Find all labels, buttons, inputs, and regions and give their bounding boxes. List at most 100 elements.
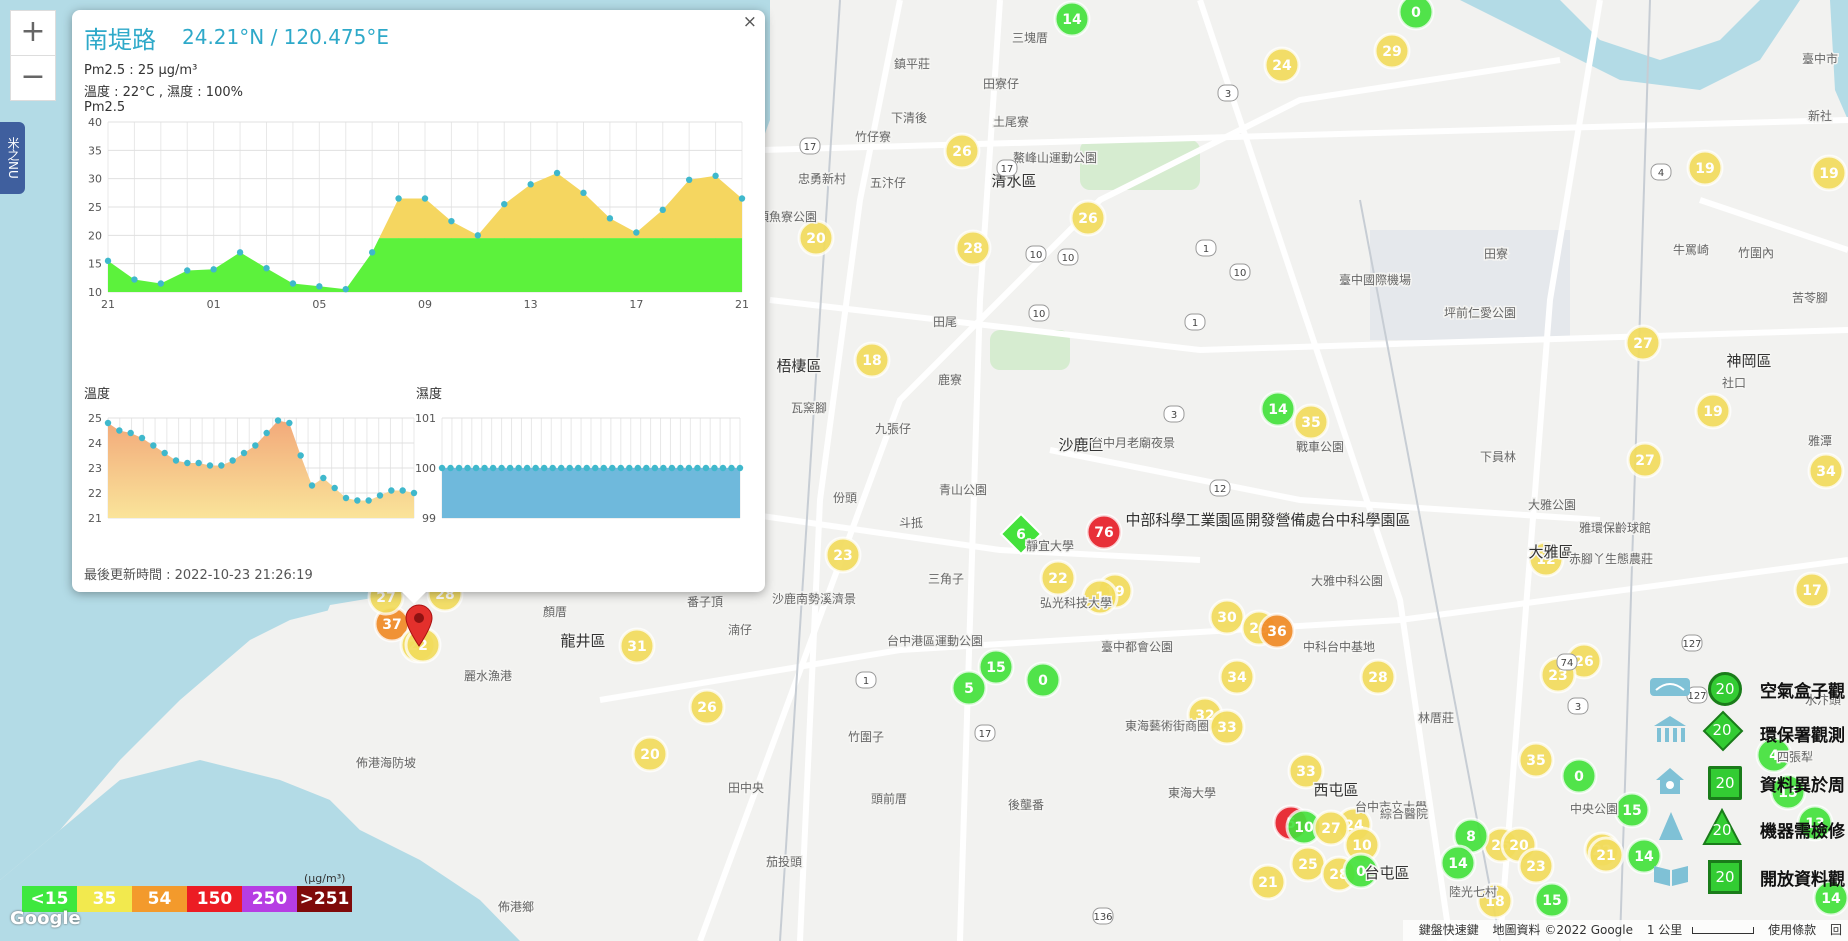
map-place-label: 頂魚寮公園 [757, 209, 817, 224]
y-tick-label: 22 [88, 487, 102, 500]
y-tick-label: 15 [88, 258, 102, 271]
station-marker[interactable]: 27 [1626, 441, 1664, 479]
data-point [138, 434, 146, 442]
station-marker[interactable]: 22 [1039, 559, 1077, 597]
location-pin-icon[interactable] [404, 603, 434, 647]
map-place-label: 顏厝 [543, 604, 567, 619]
data-point [316, 283, 323, 290]
legend-item: 35 [77, 886, 132, 912]
station-marker[interactable]: 29 [1373, 32, 1411, 70]
station-marker[interactable]: 17 [1793, 571, 1831, 609]
station-marker[interactable]: 15 [1533, 881, 1571, 919]
temp-chart: 21 22 23 24 25 [88, 412, 418, 525]
map-place-label: 佈港鄉 [498, 899, 534, 914]
station-marker[interactable]: 26 [688, 688, 726, 726]
marker-value: 29 [1382, 44, 1401, 60]
station-marker[interactable]: 18 [853, 341, 891, 379]
legend-unit: (μg/m³) [304, 872, 346, 885]
close-icon[interactable]: × [743, 12, 757, 32]
station-marker[interactable]: 0 [1560, 757, 1598, 795]
data-point [448, 217, 455, 225]
station-marker[interactable]: 26 [1069, 199, 1107, 237]
scale-label: 1 公里 [1646, 923, 1683, 937]
station-marker[interactable]: 26 [943, 132, 981, 170]
station-marker[interactable]: 23 [824, 536, 862, 574]
zoom-out-button[interactable]: − [10, 55, 56, 101]
station-marker[interactable]: 21 [1249, 863, 1287, 901]
y-tick-label: 21 [88, 512, 102, 525]
marker-value: 24 [1272, 58, 1292, 74]
station-marker[interactable]: 5 [950, 669, 988, 707]
road-shield-number: 10 [1062, 253, 1075, 264]
data-point [331, 484, 338, 492]
y-tick-label: 101 [415, 412, 436, 425]
marker-value: 28 [963, 241, 982, 257]
station-marker[interactable]: 30 [1208, 598, 1246, 636]
station-marker[interactable]: 28 [1359, 658, 1397, 696]
road-shield-number: 136 [1093, 912, 1112, 923]
station-marker[interactable]: 27 [1312, 809, 1350, 847]
side-panel-tab[interactable]: 米之NU [0, 122, 25, 194]
x-tick-label: 17 [629, 298, 643, 311]
marker-value: 27 [376, 590, 395, 606]
map-place-label: 土尾寮 [993, 114, 1029, 129]
station-marker[interactable]: 20 [797, 219, 835, 257]
legend-item: 54 [132, 886, 187, 912]
map-place-label: 中科台中基地 [1303, 639, 1375, 654]
data-point [659, 206, 666, 214]
station-marker[interactable]: 19 [1810, 154, 1848, 192]
data-point [719, 464, 727, 472]
data-point [131, 276, 138, 283]
station-marker[interactable]: 34 [1807, 452, 1845, 490]
station-marker[interactable]: 14 [1053, 0, 1091, 38]
x-tick-label: 09 [418, 298, 432, 311]
data-point [320, 474, 327, 482]
station-marker[interactable]: 15 [1613, 791, 1651, 829]
legend-item: 150 [187, 886, 242, 912]
station-marker[interactable]: 23 [1517, 847, 1555, 885]
station-marker[interactable]: 0 [1397, 0, 1435, 31]
station-marker[interactable]: 35 [1292, 403, 1330, 441]
marker-value: 8 [1466, 829, 1476, 845]
keyboard-shortcuts-link[interactable]: 鍵盤快速鍵 [1419, 923, 1479, 937]
station-marker[interactable]: 21 [1587, 836, 1625, 874]
marker-value: 26 [952, 144, 971, 160]
station-marker[interactable]: 35 [1517, 741, 1555, 779]
station-marker[interactable]: 34 [1218, 658, 1256, 696]
station-marker[interactable]: 76 [1085, 513, 1123, 551]
station-marker[interactable]: 28 [954, 229, 992, 267]
station-marker[interactable]: 0 [1024, 661, 1062, 699]
data-point [515, 464, 522, 472]
marker-value: 36 [1267, 624, 1286, 640]
map-place-label: 中央公園 [1570, 801, 1618, 816]
terms-link[interactable]: 使用條款 [1768, 923, 1816, 937]
google-logo[interactable]: Google [10, 908, 81, 929]
station-marker[interactable]: 27 [1624, 324, 1662, 362]
data-point [558, 464, 565, 472]
y-tick-label: 30 [88, 173, 102, 186]
map-place-label: 綜合醫院 [1380, 806, 1428, 821]
station-marker[interactable]: 14 [1259, 390, 1297, 428]
building-icon [1654, 716, 1686, 742]
marker-value: 21 [1258, 875, 1277, 891]
station-marker[interactable]: 31 [618, 627, 656, 665]
station-marker[interactable]: 14 [1439, 844, 1477, 882]
station-marker[interactable]: 36 [1258, 612, 1296, 650]
station-marker[interactable]: 19 [1694, 392, 1732, 430]
station-coords: 24.21°N / 120.475°E [182, 25, 390, 49]
station-marker[interactable]: 20 [631, 735, 669, 773]
x-tick-label: 21 [735, 298, 749, 311]
scale-bar [1692, 927, 1755, 934]
station-marker[interactable]: 33 [1208, 708, 1246, 746]
data-point [438, 464, 446, 472]
road-shield: 17 [996, 159, 1018, 177]
report-link[interactable]: 回 [1830, 923, 1842, 937]
station-marker[interactable]: 25 [1289, 845, 1327, 883]
station-marker[interactable]: 19 [1686, 149, 1724, 187]
map-place-label: 牛罵崎 [1673, 242, 1709, 257]
map-place-label: 五汴仔 [870, 175, 906, 190]
data-point [583, 464, 590, 472]
station-marker[interactable]: 24 [1263, 46, 1301, 84]
marker-value: 26 [1078, 211, 1097, 227]
zoom-in-button[interactable]: + [10, 10, 56, 56]
